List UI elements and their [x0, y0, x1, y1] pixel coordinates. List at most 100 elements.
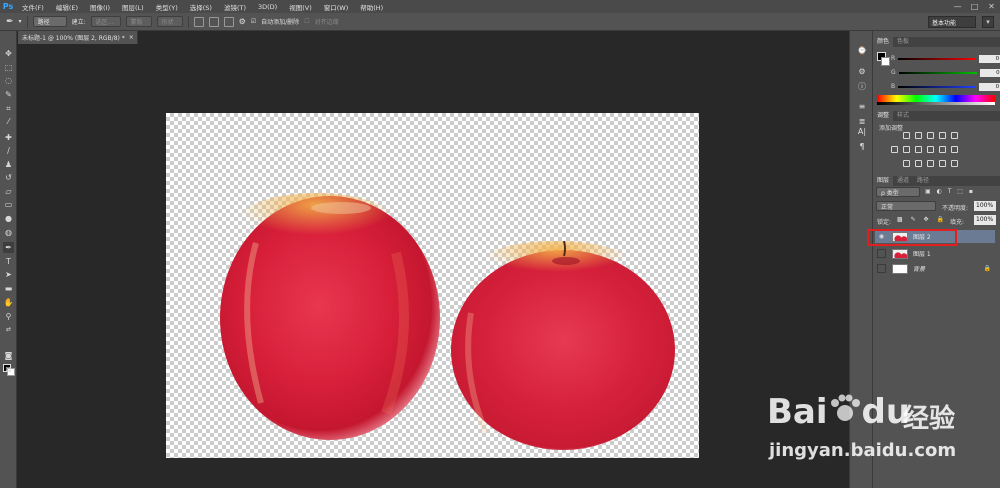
auto-add-delete-checkbox-icon[interactable]: ☑	[251, 18, 256, 25]
menu-type[interactable]: 类型(Y)	[150, 2, 184, 12]
make-shape-button[interactable]: 形状	[156, 16, 183, 27]
swap-colors-icon[interactable]: ⇄	[3, 324, 14, 335]
layer-row[interactable]: 图层 1	[875, 247, 995, 260]
gradient-tool-icon[interactable]: ▭	[3, 199, 14, 210]
dodge-tool-icon[interactable]: ◍	[3, 227, 14, 238]
path-operations-icon[interactable]	[193, 16, 204, 27]
path-alignment-icon[interactable]	[208, 16, 219, 27]
green-slider[interactable]	[898, 71, 977, 74]
blue-value[interactable]: 0	[979, 82, 1000, 91]
close-button[interactable]: ✕	[983, 0, 1000, 13]
tab-channels[interactable]: 通道	[893, 176, 913, 186]
menu-edit[interactable]: 编辑(E)	[50, 2, 84, 12]
hue-saturation-icon[interactable]	[891, 146, 898, 153]
gear-icon[interactable]: ⚙	[239, 17, 246, 26]
brightness-icon[interactable]	[903, 132, 910, 139]
menu-help[interactable]: 帮助(H)	[354, 2, 389, 12]
curves-icon[interactable]	[927, 132, 934, 139]
quick-mask-icon[interactable]: ◙	[3, 350, 14, 361]
healing-brush-tool-icon[interactable]: ✚	[3, 132, 14, 143]
color-balance-icon[interactable]	[903, 146, 910, 153]
make-selection-button[interactable]: 选区...	[90, 16, 121, 27]
menu-layer[interactable]: 图层(L)	[116, 2, 150, 12]
align-edges-checkbox-icon[interactable]: ☐	[304, 18, 309, 25]
pen-tool-icon[interactable]: ✒	[3, 242, 14, 253]
invert-icon[interactable]	[903, 160, 910, 167]
exposure-icon[interactable]	[939, 132, 946, 139]
vibrance-icon[interactable]	[951, 132, 958, 139]
screen-mode-icon[interactable]: ⧉	[3, 364, 14, 375]
background-color-chip[interactable]	[881, 57, 890, 66]
lasso-tool-icon[interactable]: ◌	[3, 75, 14, 86]
tool-preset-arrow-icon[interactable]: ▾	[19, 18, 22, 25]
red-value[interactable]: 0	[979, 54, 1000, 63]
layer-row[interactable]: 背景 🔒	[875, 262, 995, 275]
black-white-icon[interactable]	[915, 146, 922, 153]
layer-filter-select[interactable]: ρ 类型	[876, 187, 920, 197]
layer-filter-icons[interactable]: ▣ ◐ T ⬚ ▪	[925, 188, 975, 195]
opacity-input[interactable]: 100%	[974, 201, 996, 211]
tab-styles[interactable]: 样式	[893, 111, 913, 121]
history-panel-icon[interactable]: ⌚	[856, 45, 868, 57]
visibility-toggle-icon[interactable]	[877, 264, 886, 273]
blue-slider[interactable]	[898, 85, 977, 88]
rectangle-tool-icon[interactable]: ▬	[3, 283, 14, 294]
quick-select-tool-icon[interactable]: ✎	[3, 89, 14, 100]
gradient-map-icon[interactable]	[939, 160, 946, 167]
eyedropper-tool-icon[interactable]: ⁄	[3, 116, 14, 127]
maximize-button[interactable]: □	[966, 0, 983, 13]
info-panel-icon[interactable]: ⓘ	[856, 81, 868, 93]
grayscale-ramp[interactable]	[877, 102, 995, 105]
color-spectrum[interactable]	[877, 95, 995, 102]
history-brush-tool-icon[interactable]: ↺	[3, 172, 14, 183]
blend-mode-select[interactable]: 正常	[876, 201, 936, 211]
channel-mixer-icon[interactable]	[939, 146, 946, 153]
photo-filter-icon[interactable]	[927, 146, 934, 153]
clone-stamp-tool-icon[interactable]: ♟	[3, 159, 14, 170]
color-lookup-icon[interactable]	[951, 146, 958, 153]
type-tool-icon[interactable]: T	[3, 256, 14, 267]
crop-tool-icon[interactable]: ⌗	[3, 103, 14, 114]
document-tab[interactable]: 未标题-1 @ 100% (图层 2, RGB/8) * ×	[18, 31, 138, 44]
document-canvas[interactable]	[166, 113, 699, 458]
eraser-tool-icon[interactable]: ▱	[3, 186, 14, 197]
green-value[interactable]: 0	[979, 68, 1000, 77]
tab-paths[interactable]: 路径	[913, 176, 933, 186]
fill-input[interactable]: 100%	[974, 215, 996, 225]
posterize-icon[interactable]	[915, 160, 922, 167]
selective-color-icon[interactable]	[951, 160, 958, 167]
menu-view[interactable]: 视图(V)	[283, 2, 318, 12]
layer-name[interactable]: 图层 1	[913, 249, 931, 258]
character-panel-icon[interactable]: A|	[856, 126, 868, 138]
menu-select[interactable]: 选择(S)	[184, 2, 218, 12]
lock-icons[interactable]: ▩ ✎ ✥ 🔒	[897, 216, 947, 223]
brush-tool-icon[interactable]: ∕	[3, 145, 14, 156]
levels-icon[interactable]	[915, 132, 922, 139]
path-selection-tool-icon[interactable]: ➤	[3, 269, 14, 280]
menu-3d[interactable]: 3D(D)	[252, 3, 283, 11]
properties-panel-icon[interactable]: ⚙	[856, 66, 868, 78]
menu-image[interactable]: 图像(I)	[84, 2, 116, 12]
minimize-button[interactable]: —	[949, 0, 966, 13]
hand-tool-icon[interactable]: ✋	[3, 297, 14, 308]
make-mask-button[interactable]: 蒙版	[125, 16, 152, 27]
move-tool-icon[interactable]: ✥	[3, 48, 14, 59]
blur-tool-icon[interactable]: ●	[3, 213, 14, 224]
path-arrangement-icon[interactable]	[223, 16, 234, 27]
menu-file[interactable]: 文件(F)	[16, 2, 50, 12]
workspace-dropdown-icon[interactable]: ▾	[982, 16, 994, 28]
menu-window[interactable]: 窗口(W)	[318, 2, 355, 12]
pen-mode-select[interactable]: 路径	[32, 16, 67, 27]
close-tab-icon[interactable]: ×	[129, 34, 134, 41]
tab-layers[interactable]: 图层	[873, 176, 894, 186]
tab-adjustments[interactable]: 调整	[873, 111, 894, 121]
zoom-tool-icon[interactable]: ⚲	[3, 311, 14, 322]
threshold-icon[interactable]	[927, 160, 934, 167]
tab-swatches[interactable]: 色板	[893, 37, 913, 47]
red-slider[interactable]	[898, 57, 977, 60]
brush-panel-icon[interactable]: ≡	[856, 101, 868, 113]
marquee-tool-icon[interactable]: ⬚	[3, 62, 14, 73]
workspace-select[interactable]: 基本功能	[928, 16, 976, 28]
paragraph-panel-icon[interactable]: ¶	[856, 141, 868, 153]
layer-name[interactable]: 背景	[913, 264, 925, 273]
